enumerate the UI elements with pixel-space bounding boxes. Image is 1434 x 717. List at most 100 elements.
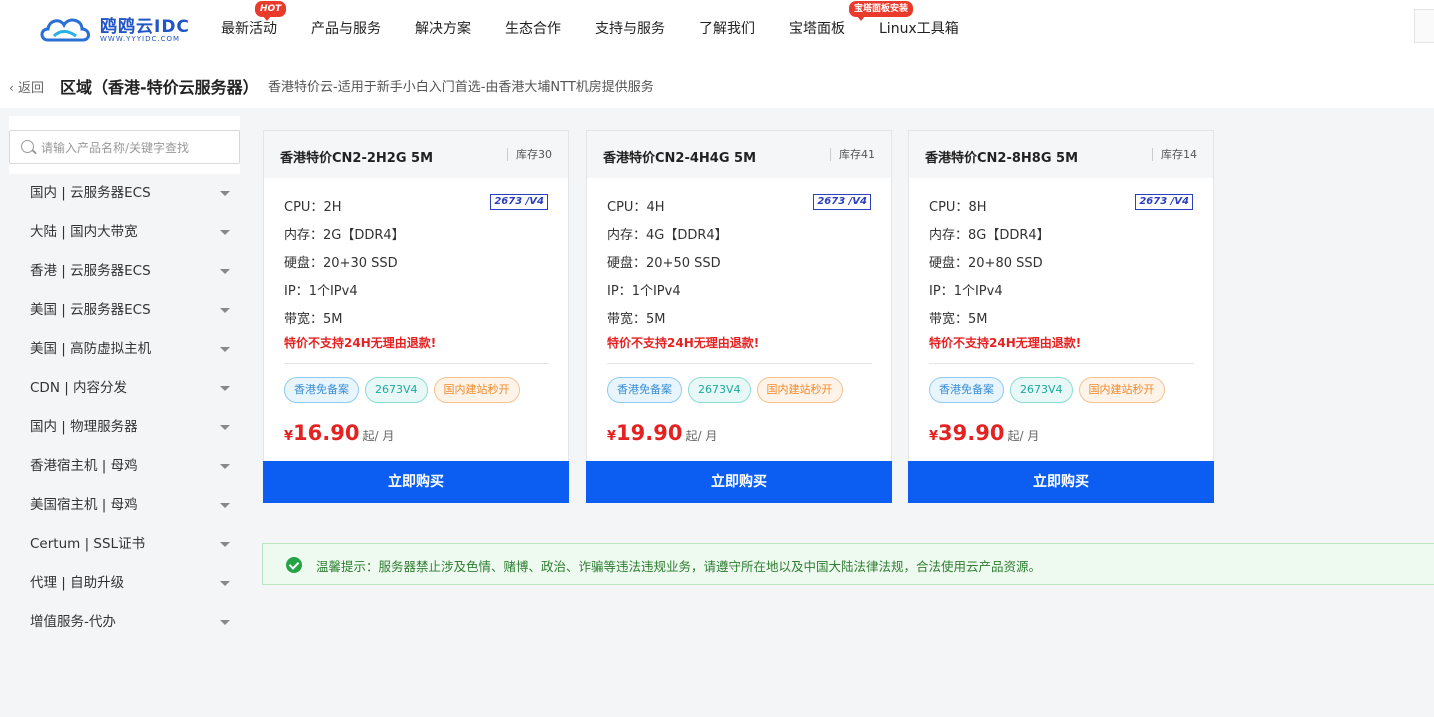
notice-text: 温馨提示：服务器禁止涉及色情、赌博、政治、诈骗等违法违规业务，请遵守所在地以及中… [316,559,1042,574]
sidebar-item-label: 大陆 | 国内大带宽 [30,224,138,240]
spec-value: 20+80 SSD [968,256,1043,271]
product-card: 香港特价CN2-4H4G 5M 库存41 CPU：4H 2673 /V4 内存：… [586,130,892,503]
caret-down-icon [220,191,230,196]
spec-label: 带宽： [929,312,969,327]
spec-memory: 内存：2G【DDR4】 [284,224,405,243]
spec-label: 硬盘： [929,256,969,271]
nav-item-linux-toolbox[interactable]: Linux工具箱 [879,0,959,60]
cpu-model-badge: 2673 /V4 [813,194,871,210]
nav-label: 产品与服务 [311,21,381,37]
sidebar-item-us-ddos-vhost[interactable]: 美国 | 高防虚拟主机 [9,330,240,369]
page-description: 香港特价云-适用于新手小白入门首选-由香港大埔NTT机房提供服务 [268,80,654,95]
nav-item-products[interactable]: 产品与服务 [311,0,381,60]
nav-item-bt-panel[interactable]: 宝塔面板 宝塔面板安装 [789,0,914,60]
price-amount: 39.90 [938,421,1005,445]
nav-item-solutions[interactable]: 解决方案 [415,0,471,60]
tag-fast-site: 国内建站秒开 [1078,377,1165,403]
sidebar-item-hk-host[interactable]: 香港宿主机 | 母鸡 [9,447,240,486]
spec-bandwidth: 带宽：5M [284,308,343,327]
nav-item-activities[interactable]: 最新活动 HOT [221,0,287,60]
feature-tags: 香港免备案 2673V4 国内建站秒开 [284,377,520,403]
spec-label: 硬盘： [607,256,647,271]
refund-warning: 特价不支持24H无理由退款! [607,336,760,350]
spec-bandwidth: 带宽：5M [607,308,666,327]
spec-ip: IP：1个IPv4 [607,280,681,299]
card-header: 香港特价CN2-2H2G 5M 库存30 [264,131,568,178]
spec-bandwidth: 带宽：5M [929,308,988,327]
sidebar-item-cn-bandwidth[interactable]: 大陆 | 国内大带宽 [9,213,240,252]
spec-disk: 硬盘：20+30 SSD [284,252,398,271]
nav-label: Linux工具箱 [879,21,959,37]
price-amount: 16.90 [293,421,360,445]
sidebar-item-label: 香港 | 云服务器ECS [30,263,151,279]
caret-down-icon [220,581,230,586]
spec-ip: IP：1个IPv4 [284,280,358,299]
logo-subtitle: WWW.YYYIDC.COM [100,35,181,43]
nav-item-about[interactable]: 了解我们 [699,0,755,60]
sidebar-item-cn-dedicated[interactable]: 国内 | 物理服务器 [9,408,240,447]
price: ¥19.90 起/ 月 [607,421,717,445]
product-title: 香港特价CN2-4H4G 5M [603,151,757,166]
sidebar-item-label: 增值服务-代办 [30,614,116,630]
nav-item-ecosystem[interactable]: 生态合作 [505,0,561,60]
spec-ip: IP：1个IPv4 [929,280,1003,299]
sidebar-item-ssl[interactable]: Certum | SSL证书 [9,525,240,564]
page-title: 区域（香港-特价云服务器） [60,78,259,97]
sidebar-item-label: 国内 | 云服务器ECS [30,185,151,201]
divider [284,363,549,364]
spec-value: 1个IPv4 [308,284,358,299]
sidebar-item-us-host[interactable]: 美国宿主机 | 母鸡 [9,486,240,525]
price-unit: 起/ 月 [1007,429,1040,443]
currency-symbol: ¥ [929,429,939,444]
stock-count: 库存41 [830,148,875,161]
spec-label: CPU： [607,200,647,215]
sidebar-item-us-ecs[interactable]: 美国 | 云服务器ECS [9,291,240,330]
buy-now-button[interactable]: 立即购买 [908,461,1214,503]
sidebar-item-label: 香港宿主机 | 母鸡 [30,458,138,474]
refund-warning: 特价不支持24H无理由退款! [284,336,437,350]
spec-value: 1个IPv4 [953,284,1003,299]
spec-cpu: CPU：8H [929,196,986,215]
sidebar-item-label: 代理 | 自助升级 [30,575,125,591]
spec-label: CPU： [284,200,324,215]
top-header: 鸥鸥云IDC WWW.YYYIDC.COM 最新活动 HOT 产品与服务 解决方… [0,0,1434,60]
divider [929,363,1194,364]
spec-label: IP： [284,284,309,299]
site-logo[interactable]: 鸥鸥云IDC WWW.YYYIDC.COM [38,12,198,48]
caret-down-icon [220,347,230,352]
caret-down-icon [220,464,230,469]
spec-value: 1个IPv4 [631,284,681,299]
product-title: 香港特价CN2-8H8G 5M [925,151,1079,166]
nav-item-support[interactable]: 支持与服务 [595,0,665,60]
breadcrumb: ‹ 返回 区域（香港-特价云服务器） 香港特价云-适用于新手小白入门首选-由香港… [0,60,1434,108]
divider [607,363,872,364]
tag-no-filing: 香港免备案 [607,377,682,403]
price: ¥39.90 起/ 月 [929,421,1039,445]
back-link[interactable]: ‹ 返回 [9,77,44,96]
spec-cpu: CPU：4H [607,196,664,215]
spec-label: 硬盘： [284,256,324,271]
sidebar-item-value-added[interactable]: 增值服务-代办 [9,603,240,642]
spec-memory: 内存：8G【DDR4】 [929,224,1050,243]
search-input[interactable] [41,138,231,158]
nav-label: 支持与服务 [595,21,665,37]
sidebar-item-cn-ecs[interactable]: 国内 | 云服务器ECS [9,174,240,213]
buy-now-button[interactable]: 立即购买 [263,461,569,503]
sidebar-item-hk-ecs[interactable]: 香港 | 云服务器ECS [9,252,240,291]
currency-symbol: ¥ [284,429,294,444]
sidebar-item-agent[interactable]: 代理 | 自助升级 [9,564,240,603]
stock-count: 库存14 [1152,148,1197,161]
price-unit: 起/ 月 [685,429,718,443]
sidebar-item-cdn[interactable]: CDN | 内容分发 [9,369,240,408]
spec-value: 8G【DDR4】 [968,228,1050,243]
feature-tags: 香港免备案 2673V4 国内建站秒开 [929,377,1165,403]
caret-down-icon [220,269,230,274]
sidebar-item-label: 国内 | 物理服务器 [30,419,138,435]
category-menu: 国内 | 云服务器ECS 大陆 | 国内大带宽 香港 | 云服务器ECS 美国 … [9,174,240,717]
sidebar-item-label: 美国 | 高防虚拟主机 [30,341,152,357]
spec-label: CPU： [929,200,969,215]
buy-now-button[interactable]: 立即购买 [586,461,892,503]
price-amount: 19.90 [616,421,683,445]
search-box [9,130,240,164]
header-right-widget[interactable] [1414,9,1434,43]
